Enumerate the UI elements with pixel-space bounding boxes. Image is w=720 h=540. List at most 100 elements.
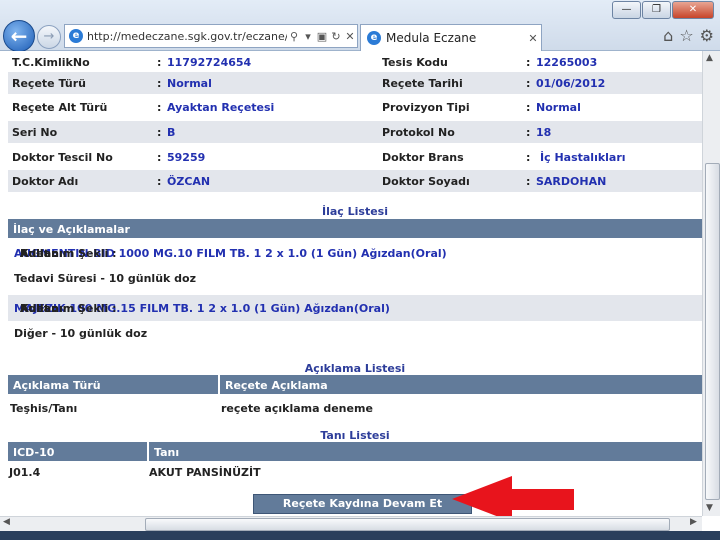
diagnosis-col-name: Tanı (149, 442, 702, 461)
gear-icon[interactable]: ⚙ (700, 26, 714, 45)
info-row: Reçete Alt Türü : Ayaktan Reçetesi Provi… (8, 96, 702, 118)
close-window-button[interactable]: ✕ (672, 1, 714, 19)
lock-icon: ▣ (316, 29, 328, 43)
ie-tab-icon: e (367, 31, 381, 45)
separator: : (157, 77, 162, 90)
scroll-down-icon[interactable]: ▼ (706, 503, 713, 513)
tab-medula-eczane[interactable]: e Medula Eczane ✕ (360, 24, 542, 51)
label-recete-tarihi: Reçete Tarihi (382, 77, 463, 90)
value-recete-alt-turu: Ayaktan Reçetesi (167, 101, 275, 114)
value-seri-no: B (167, 126, 176, 139)
value-doktor-tescil-no: 59259 (167, 151, 206, 164)
ie-page-icon: e (69, 29, 83, 43)
value-recete-turu: Normal (167, 77, 212, 90)
drug-adet: 1 (196, 302, 205, 315)
taskbar (0, 531, 720, 540)
tab-close-icon[interactable]: ✕ (525, 32, 541, 45)
back-arrow-icon[interactable]: ← (3, 20, 35, 52)
info-row: Seri No : B Protokol No : 18 (8, 121, 702, 143)
tab-title: Medula Eczane (386, 31, 477, 45)
vertical-scrollbar[interactable]: ▲ ▼ (702, 51, 720, 516)
vertical-scroll-thumb[interactable] (705, 163, 720, 500)
scroll-up-icon[interactable]: ▲ (706, 53, 713, 63)
label-seri-no: Seri No (12, 126, 58, 139)
drug-sekil: Ağızdan(Oral) (360, 247, 447, 260)
home-icon[interactable]: ⌂ (663, 26, 673, 45)
diagnosis-name: AKUT PANSİNÜZİT (149, 466, 261, 479)
info-row: Doktor Adı : ÖZCAN Doktor Soyadı : SARDO… (8, 170, 702, 192)
info-row: Reçete Türü : Normal Reçete Tarihi : 01/… (8, 72, 702, 94)
separator: : (526, 56, 531, 69)
scroll-right-icon[interactable]: ▶ (690, 517, 697, 527)
explanation-list-title: Açıklama Listesi (304, 362, 406, 375)
separator: : (157, 126, 162, 139)
drug-sekil-label: Kullanım Şekli : (20, 302, 117, 315)
info-row: Doktor Tescil No : 59259 Doktor Brans : … (8, 146, 702, 168)
value-tc-kimlik: 11792724654 (167, 56, 252, 69)
drug-sekil-label: Kullanım Şekli : (20, 247, 117, 260)
label-provizyon-tipi: Provizyon Tipi (382, 101, 470, 114)
info-row: T.C.KimlikNo : 11792724654 Tesis Kodu : … (8, 51, 702, 73)
horizontal-scroll-thumb[interactable] (145, 518, 670, 531)
label-recete-alt-turu: Reçete Alt Türü (12, 101, 108, 114)
maximize-button[interactable]: ❐ (642, 1, 671, 19)
separator: : (157, 151, 162, 164)
minimize-button[interactable]: — (612, 1, 641, 19)
browser-chrome: — ❐ ✕ ← → e http://medeczane.sgk.gov.tr/… (0, 0, 720, 52)
forward-arrow-icon[interactable]: → (37, 25, 61, 49)
red-pointer-arrow-icon (452, 476, 574, 516)
value-doktor-soyadi: SARDOHAN (536, 175, 607, 188)
diagnosis-code: J01.4 (9, 466, 41, 479)
page-content: T.C.KimlikNo : 11792724654 Tesis Kodu : … (0, 51, 702, 516)
drug-note: Diğer - 10 günlük doz (14, 327, 148, 340)
explanation-text: reçete açıklama deneme (221, 402, 373, 415)
explanation-type: Teşhis/Tanı (10, 402, 78, 415)
horizontal-scrollbar[interactable]: ◀ ▶ (0, 516, 702, 531)
label-doktor-soyadi: Doktor Soyadı (382, 175, 470, 188)
window-controls: — ❐ ✕ (612, 1, 714, 19)
explanation-col-type-label: Açıklama Türü (13, 379, 101, 392)
star-icon[interactable]: ☆ (679, 26, 693, 45)
explanation-col-text-label: Reçete Açıklama (225, 379, 328, 392)
drug-list-title: İlaç Listesi (322, 205, 388, 218)
separator: : (526, 126, 531, 139)
drug-kullanim: 2 x 1.0 (1 Gün) (208, 302, 301, 315)
diagnosis-col-name-label: Tanı (154, 446, 180, 459)
value-doktor-brans: İç Hastalıkları (540, 151, 626, 164)
drug-kullanim: 2 x 1.0 (1 Gün) (265, 247, 358, 260)
stop-icon[interactable]: ✕ (343, 30, 357, 43)
drug-adet: 1 (253, 247, 262, 260)
search-icon[interactable]: ⚲ (287, 30, 301, 43)
dropdown-icon[interactable]: ▾ (301, 30, 315, 43)
value-provizyon-tipi: Normal (536, 101, 581, 114)
refresh-icon[interactable]: ↻ (329, 30, 343, 43)
toolbar-icons: ⌂ ☆ ⚙ (663, 26, 714, 45)
drug-note: Tedavi Süresi - 10 günlük doz (14, 272, 197, 285)
separator: : (157, 101, 162, 114)
separator: : (157, 56, 162, 69)
continue-prescription-button[interactable]: Reçete Kaydına Devam Et (253, 494, 472, 514)
separator: : (526, 175, 531, 188)
separator: : (526, 101, 531, 114)
diagnosis-col-code-label: ICD-10 (13, 446, 55, 459)
value-doktor-adi: ÖZCAN (167, 175, 211, 188)
separator: : (526, 77, 531, 90)
separator: : (526, 151, 531, 164)
drug-list-header: İlaç ve Açıklamalar (8, 219, 702, 238)
scroll-left-icon[interactable]: ◀ (3, 517, 10, 527)
drug-row: Adı : AUGMENTIN-BID 1000 MG.10 FILM TB. … (8, 241, 702, 263)
label-tc-kimlik: T.C.KimlikNo (12, 56, 90, 69)
drug-sekil: Ağızdan(Oral) (304, 302, 390, 315)
label-doktor-brans: Doktor Brans (382, 151, 464, 164)
label-recete-turu: Reçete Türü (12, 77, 87, 90)
diagnosis-list-title: Tanı Listesi (320, 429, 390, 442)
address-bar[interactable]: e http://medeczane.sgk.gov.tr/eczane/fac… (64, 24, 358, 48)
drug-list-header-label: İlaç ve Açıklamalar (13, 223, 130, 236)
diagnosis-col-code: ICD-10 (8, 442, 147, 461)
explanation-col-text: Reçete Açıklama (220, 375, 702, 394)
label-doktor-adi: Doktor Adı (12, 175, 79, 188)
label-tesis-kodu: Tesis Kodu (382, 56, 448, 69)
value-protokol-no: 18 (536, 126, 552, 139)
address-url[interactable]: http://medeczane.sgk.gov.tr/eczane/faces… (87, 30, 287, 43)
separator: : (157, 175, 162, 188)
